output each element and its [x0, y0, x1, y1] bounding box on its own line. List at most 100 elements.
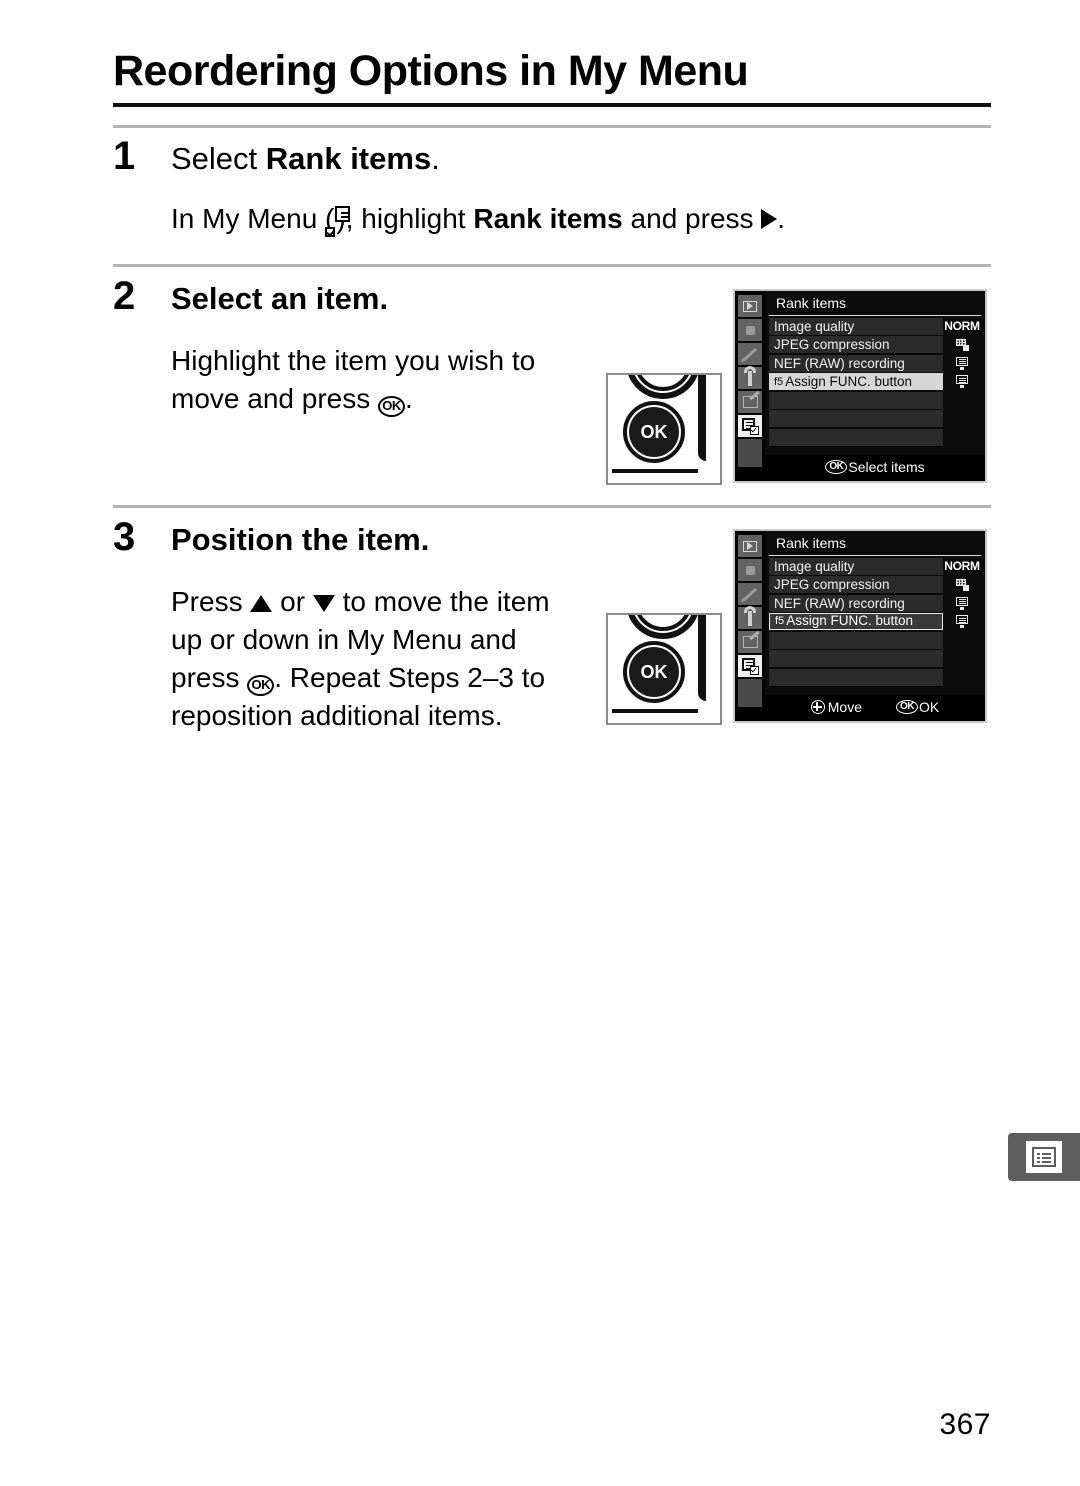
- lcd-item-value: [943, 650, 981, 667]
- retouch-menu-icon[interactable]: [738, 631, 762, 653]
- retouch-menu-icon[interactable]: [738, 391, 762, 413]
- lcd-list-item[interactable]: NEF (RAW) recording: [769, 354, 981, 372]
- lcd-footer-hint-label: Select items: [848, 459, 925, 475]
- step-1-text-part-4: .: [777, 203, 786, 234]
- lcd-footer-hint-label: Move: [827, 699, 862, 715]
- lcd-item-prefix: f5: [774, 376, 784, 388]
- lcd-item-value: [943, 595, 981, 612]
- manual-page: Reordering Options in My Menu 1 Select R…: [0, 0, 1080, 1486]
- jpeg-compression-icon: [955, 338, 969, 351]
- chapter-tab-frame: [1026, 1141, 1062, 1173]
- custom-settings-menu-icon[interactable]: [738, 343, 762, 365]
- lcd-list-item-empty: [769, 668, 981, 686]
- page-number: 367: [939, 1408, 991, 1441]
- lcd-list-item[interactable]: Image quality NORM: [769, 557, 981, 575]
- step-1-text-part-2: ), highlight: [336, 203, 474, 234]
- lcd-item-label: Image quality: [769, 557, 943, 575]
- step-1-text-part-1: In My Menu (: [171, 203, 335, 234]
- lcd-item-label: [769, 428, 943, 446]
- lcd-item-prefix: f5: [775, 615, 785, 627]
- lcd-footer: Move OK OK: [765, 695, 985, 721]
- lcd-item-value: [943, 576, 981, 593]
- shooting-menu-icon[interactable]: [738, 559, 762, 581]
- step-3-heading: 3 Position the item.: [113, 517, 583, 557]
- lcd-menu-sidebar: [735, 291, 765, 481]
- step-3-text-part-2: or: [272, 586, 313, 617]
- divider-above-step-3: [113, 505, 991, 508]
- lcd-item-value: [943, 336, 981, 353]
- lcd-list-item-empty: [769, 428, 981, 446]
- lcd-screen-title: Rank items: [769, 292, 981, 316]
- title-underline: [113, 103, 991, 107]
- lcd-item-text: Assign FUNC. button: [785, 374, 912, 389]
- ok-button-face: OK: [629, 647, 679, 697]
- setup-menu-icon[interactable]: [738, 605, 762, 629]
- lcd-list-item[interactable]: JPEG compression: [769, 336, 981, 353]
- jpeg-compression-icon: [955, 578, 969, 591]
- custom-settings-menu-icon[interactable]: [738, 583, 762, 605]
- lcd-list-item[interactable]: JPEG compression: [769, 576, 981, 593]
- lcd-item-label: [769, 668, 943, 686]
- lcd-list-item-empty: [769, 631, 981, 649]
- divider-above-step-1: [113, 125, 991, 128]
- lcd-footer-hint: Move: [810, 699, 862, 715]
- my-menu-icon[interactable]: [738, 655, 762, 677]
- setup-menu-icon[interactable]: [738, 365, 762, 389]
- lcd-item-label: JPEG compression: [769, 576, 943, 593]
- lcd-item-value: [943, 392, 981, 409]
- lcd-list-item-selected[interactable]: f5 Assign FUNC. button: [769, 613, 981, 630]
- camera-body-bottom-edge: [612, 709, 698, 713]
- lcd-menu-list: Image quality NORM JPEG compression NEF …: [765, 316, 985, 456]
- playback-menu-icon[interactable]: [738, 535, 762, 557]
- lcd-item-label: f5 Assign FUNC. button: [769, 373, 943, 390]
- lcd-content: Rank items Image quality NORM JPEG compr…: [765, 531, 985, 721]
- step-1-text-bold: Rank items: [473, 203, 623, 234]
- step-2-title: Select an item.: [171, 281, 389, 316]
- camera-body-edge: [698, 615, 706, 701]
- step-3-number: 3: [113, 515, 136, 559]
- lcd-list-item[interactable]: Image quality NORM: [769, 317, 981, 335]
- lcd-item-label: f5 Assign FUNC. button: [769, 613, 943, 630]
- lcd-screen-title: Rank items: [769, 532, 981, 556]
- step-1-heading: 1 Select Rank items.: [113, 136, 785, 176]
- camera-lcd-select-items: Rank items Image quality NORM JPEG compr…: [733, 289, 987, 483]
- step-1-title: Select Rank items.: [171, 143, 440, 174]
- step-2: 2 Select an item. Highlight the item you…: [113, 276, 583, 418]
- my-menu-icon[interactable]: [738, 415, 762, 437]
- step-1-number: 1: [113, 134, 136, 178]
- step-3-body: Press or to move the item up or down in …: [171, 583, 583, 735]
- up-triangle-icon: [250, 595, 273, 612]
- lcd-item-label: Image quality: [769, 317, 943, 335]
- divider-above-step-2: [113, 264, 991, 267]
- lcd-item-value: [943, 410, 981, 427]
- ok-badge-icon: OK: [896, 700, 918, 714]
- lcd-content: Rank items Image quality NORM JPEG compr…: [765, 291, 985, 481]
- shooting-menu-icon[interactable]: [738, 319, 762, 341]
- my-menu-chapter-tab: [1008, 1133, 1080, 1181]
- step-1-title-suffix: .: [431, 141, 440, 176]
- playback-menu-icon[interactable]: [738, 295, 762, 317]
- lcd-menu-list: Image quality NORM JPEG compression NEF …: [765, 556, 985, 696]
- lcd-footer-hint: OK OK: [896, 699, 939, 715]
- lcd-item-value: [943, 669, 981, 686]
- step-2-number: 2: [113, 274, 136, 318]
- page-title-block: Reordering Options in My Menu: [113, 50, 991, 107]
- nef-raw-icon: [955, 375, 969, 389]
- lcd-list-item-empty: [769, 391, 981, 409]
- step-1: 1 Select Rank items. In My Menu (), high…: [113, 136, 785, 241]
- camera-lcd-move-item: Rank items Image quality NORM JPEG compr…: [733, 529, 987, 723]
- step-2-heading: 2 Select an item.: [113, 276, 583, 316]
- lcd-list-item-selected[interactable]: f5 Assign FUNC. button: [769, 373, 981, 390]
- lcd-item-value: NORM: [944, 558, 980, 573]
- lcd-item-value: [943, 429, 981, 446]
- down-triangle-icon: [312, 595, 335, 612]
- multi-selector-icon: [810, 700, 825, 714]
- step-3-title: Position the item.: [171, 522, 430, 557]
- step-2-text-part-1: Highlight the item you wish to move and …: [171, 345, 536, 415]
- ok-button-icon: OK: [247, 675, 275, 697]
- step-1-title-prefix: Select: [171, 141, 266, 176]
- lcd-list-item[interactable]: NEF (RAW) recording: [769, 594, 981, 612]
- lcd-footer-hint: OK Select items: [825, 459, 925, 475]
- ok-button-icon: OK: [378, 396, 405, 418]
- lcd-menu-sidebar: [735, 531, 765, 721]
